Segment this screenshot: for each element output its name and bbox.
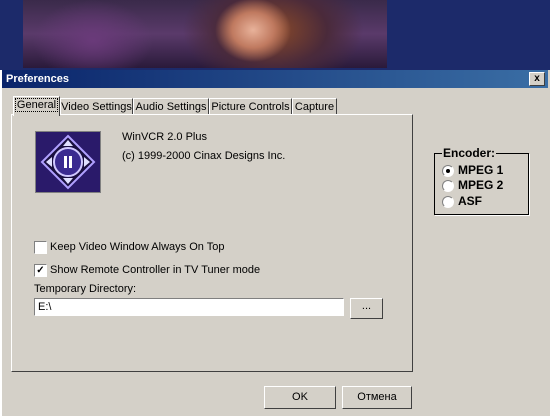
encoder-radio-mpeg2[interactable] xyxy=(442,180,454,192)
encoder-label-asf: ASF xyxy=(458,194,482,208)
dialog-title: Preferences xyxy=(6,73,69,85)
radio-selected-dot xyxy=(446,169,450,173)
close-icon: x xyxy=(534,73,540,84)
app-logo xyxy=(35,131,101,193)
temp-directory-input[interactable] xyxy=(34,298,344,316)
cancel-button[interactable]: Отмена xyxy=(342,386,412,409)
tab-audio-settings-label: Audio Settings xyxy=(135,101,207,113)
tab-video-settings-label: Video Settings xyxy=(61,101,132,113)
general-tab-panel: WinVCR 2.0 Plus (c) 1999-2000 Cinax Desi… xyxy=(11,114,413,372)
encoder-radio-asf[interactable] xyxy=(442,196,454,208)
tab-picture-controls-label: Picture Controls xyxy=(211,101,290,113)
show-remote-checkbox[interactable]: ✓ xyxy=(34,264,47,277)
checkmark-icon: ✓ xyxy=(36,265,45,276)
browse-button[interactable]: ... xyxy=(350,298,383,319)
encoder-label-mpeg2: MPEG 2 xyxy=(458,178,504,192)
ok-button[interactable]: OK xyxy=(264,386,336,409)
title-bar[interactable]: Preferences x xyxy=(2,70,548,88)
video-preview-background xyxy=(0,0,550,70)
copyright-text: (c) 1999-2000 Cinax Designs Inc. xyxy=(122,150,286,162)
preferences-dialog: Preferences x General Video Settings Aud… xyxy=(2,70,548,414)
tab-general[interactable]: General xyxy=(13,96,60,116)
show-remote-label: Show Remote Controller in TV Tuner mode xyxy=(50,264,261,276)
tab-general-label: General xyxy=(14,98,59,112)
encoder-group-title: Encoder: xyxy=(442,146,497,160)
encoder-group: Encoder: MPEG 1 MPEG 2 ASF xyxy=(434,146,529,215)
encoder-radio-mpeg1[interactable] xyxy=(442,165,454,177)
tab-capture-label: Capture xyxy=(294,101,335,113)
temp-directory-label: Temporary Directory: xyxy=(34,283,137,295)
video-frame xyxy=(23,0,387,68)
keep-on-top-checkbox[interactable] xyxy=(34,241,47,254)
close-button[interactable]: x xyxy=(529,72,545,86)
keep-on-top-label: Keep Video Window Always On Top xyxy=(50,241,225,253)
remote-control-icon xyxy=(36,132,100,192)
product-name: WinVCR 2.0 Plus xyxy=(122,131,207,143)
encoder-label-mpeg1: MPEG 1 xyxy=(458,163,504,177)
